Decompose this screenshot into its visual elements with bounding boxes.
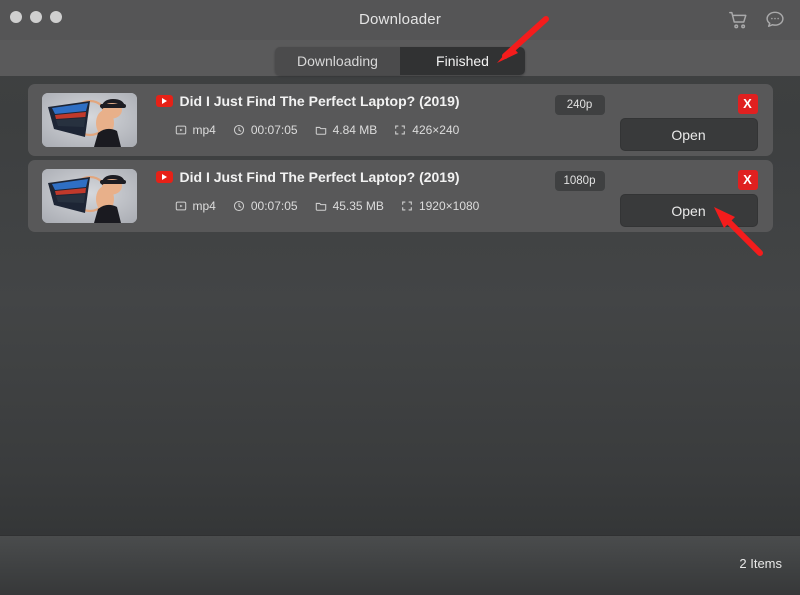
chat-icon[interactable]: [764, 9, 786, 31]
download-item[interactable]: Did I Just Find The Perfect Laptop? (201…: [27, 84, 773, 156]
meta-duration-value: 00:07:05: [250, 199, 298, 213]
cart-icon[interactable]: [728, 9, 750, 31]
youtube-icon: [155, 171, 173, 183]
titlebar: Downloader: [0, 0, 800, 40]
meta-format-value: mp4: [192, 123, 216, 137]
titlebar-actions: [728, 9, 786, 31]
item-count-label: 2 Items: [739, 556, 782, 571]
open-file-button[interactable]: Open: [619, 194, 758, 227]
meta-format: mp4: [175, 123, 216, 137]
remove-download-button[interactable]: X: [737, 170, 758, 190]
traffic-lights: [10, 11, 62, 23]
tab-finished[interactable]: Finished: [400, 47, 525, 75]
meta-resolution: 426×240: [394, 123, 459, 137]
minimize-window-button[interactable]: [30, 11, 42, 23]
meta-resolution: 1920×1080: [401, 199, 479, 213]
page-title: Downloader: [358, 11, 442, 28]
maximize-window-button[interactable]: [50, 11, 62, 23]
meta-resolution-value: 1920×1080: [418, 199, 480, 213]
video-title: Did I Just Find The Perfect Laptop? (201…: [179, 93, 460, 109]
video-title: Did I Just Find The Perfect Laptop? (201…: [179, 169, 460, 185]
meta-size: 45.35 MB: [315, 199, 384, 213]
meta-duration-value: 00:07:05: [250, 123, 298, 137]
open-file-button[interactable]: Open: [619, 118, 758, 151]
meta-size: 4.84 MB: [315, 123, 378, 137]
meta-size-value: 4.84 MB: [332, 123, 378, 137]
tabbar: Downloading Finished: [0, 40, 800, 76]
video-thumbnail: [41, 169, 137, 223]
download-item[interactable]: Did I Just Find The Perfect Laptop? (201…: [27, 160, 773, 232]
meta-format-value: mp4: [192, 199, 216, 213]
quality-badge: 1080p: [554, 171, 605, 191]
meta-format: mp4: [175, 199, 216, 213]
video-thumbnail: [41, 93, 137, 147]
meta-size-value: 45.35 MB: [332, 199, 384, 213]
meta-resolution-value: 426×240: [412, 123, 460, 137]
tab-group: Downloading Finished: [275, 47, 525, 75]
remove-download-button[interactable]: X: [737, 94, 758, 114]
statusbar: 2 Items: [0, 535, 800, 595]
download-list: Did I Just Find The Perfect Laptop? (201…: [0, 76, 800, 232]
video-metadata: mp4 00:07:05 45.35 MB 1920×1080: [175, 199, 479, 213]
youtube-icon: [155, 95, 173, 107]
tab-downloading[interactable]: Downloading: [275, 47, 400, 75]
meta-duration: 00:07:05: [233, 199, 298, 213]
video-metadata: mp4 00:07:05 4.84 MB 426×240: [175, 123, 459, 137]
meta-duration: 00:07:05: [233, 123, 298, 137]
quality-badge: 240p: [554, 95, 605, 115]
downloader-window: Downloader Downloading Finished Did I Ju…: [0, 0, 800, 595]
close-window-button[interactable]: [10, 11, 22, 23]
